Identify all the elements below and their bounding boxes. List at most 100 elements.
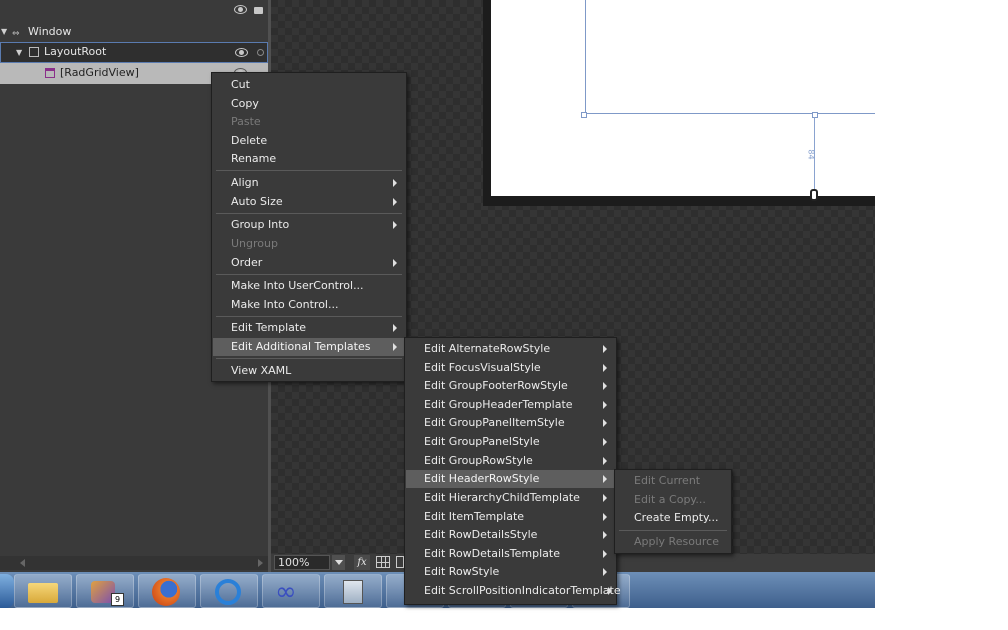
zoom-combobox[interactable]: 100% bbox=[274, 555, 330, 570]
submenu-arrow-icon bbox=[393, 259, 397, 267]
submenu-item-rowstyle[interactable]: Edit RowStyle bbox=[406, 563, 615, 581]
folder-icon bbox=[28, 583, 58, 603]
submenu-item-rowdetailsstyle[interactable]: Edit RowDetailsStyle bbox=[406, 526, 615, 544]
menu-separator bbox=[216, 274, 402, 275]
context-menu: Cut Copy Paste Delete Rename Align Auto … bbox=[211, 72, 407, 382]
tree-item-label: [RadGridView] bbox=[60, 66, 139, 79]
menu-item-edit-template[interactable]: Edit Template bbox=[213, 319, 405, 337]
panel-visibility-eye-icon[interactable] bbox=[234, 5, 247, 14]
panel-lock-icon[interactable] bbox=[254, 7, 263, 14]
submenu-item-edit-a-copy: Edit a Copy... bbox=[634, 493, 706, 506]
submenu-arrow-icon bbox=[603, 550, 607, 558]
submenu-item-headerrowstyle[interactable]: Edit HeaderRowStyle bbox=[406, 470, 615, 488]
scroll-right-arrow-icon[interactable] bbox=[258, 559, 263, 567]
menu-item-label: Edit GroupPanelItemStyle bbox=[424, 416, 565, 429]
submenu-arrow-icon bbox=[603, 475, 607, 483]
taskbar-explorer-button[interactable] bbox=[14, 574, 72, 608]
start-orb-edge[interactable] bbox=[0, 574, 14, 608]
menu-item-label: Edit RowDetailsStyle bbox=[424, 528, 538, 541]
menu-item-label: Edit HierarchyChildTemplate bbox=[424, 491, 580, 504]
margin-pin-icon[interactable] bbox=[810, 189, 818, 201]
menu-item-label: Edit RowStyle bbox=[424, 565, 500, 578]
scroll-left-arrow-icon[interactable] bbox=[20, 559, 25, 567]
menu-item-order[interactable]: Order bbox=[213, 254, 405, 272]
menu-item-label: Edit ScrollPositionIndicatorTemplate bbox=[424, 584, 621, 597]
menu-item-label: Edit Additional Templates bbox=[231, 340, 371, 353]
taskbar-visual-studio-button[interactable]: 9 bbox=[76, 574, 134, 608]
resize-handle[interactable] bbox=[812, 112, 818, 118]
menu-item-group-into[interactable]: Group Into bbox=[213, 216, 405, 234]
submenu-item-groupheadertemplate[interactable]: Edit GroupHeaderTemplate bbox=[406, 396, 615, 414]
menu-item-copy[interactable]: Copy bbox=[213, 95, 405, 113]
menu-item-cut[interactable]: Cut bbox=[213, 76, 405, 94]
menu-item-label: Auto Size bbox=[231, 195, 283, 208]
menu-item-label: Edit GroupHeaderTemplate bbox=[424, 398, 573, 411]
submenu-arrow-icon bbox=[603, 438, 607, 446]
menu-item-edit-additional-templates[interactable]: Edit Additional Templates bbox=[213, 338, 405, 356]
expander-triangle-icon[interactable]: ▼ bbox=[16, 43, 22, 63]
tree-item-layoutroot[interactable]: ▼ LayoutRoot bbox=[0, 42, 268, 63]
menu-item-auto-size[interactable]: Auto Size bbox=[213, 193, 405, 211]
taskbar-badge: 9 bbox=[111, 593, 124, 606]
menu-separator bbox=[216, 358, 402, 359]
menu-separator bbox=[619, 530, 727, 531]
submenu-arrow-icon bbox=[603, 382, 607, 390]
taskbar-internet-explorer-button[interactable] bbox=[200, 574, 258, 608]
menu-item-delete[interactable]: Delete bbox=[213, 132, 405, 150]
menu-separator bbox=[216, 213, 402, 214]
submenu-item-hierarchychildtemplate[interactable]: Edit HierarchyChildTemplate bbox=[406, 489, 615, 507]
snap-toggle-icon[interactable] bbox=[396, 556, 404, 568]
submenu-item-groupfooterrowstyle[interactable]: Edit GroupFooterRowStyle bbox=[406, 377, 615, 395]
menu-item-align[interactable]: Align bbox=[213, 174, 405, 192]
submenu-item-grouprowstyle[interactable]: Edit GroupRowStyle bbox=[406, 452, 615, 470]
formula-fx-button[interactable]: fx bbox=[354, 555, 370, 570]
submenu-arrow-icon bbox=[393, 179, 397, 187]
menu-item-view-xaml[interactable]: View XAML bbox=[213, 362, 405, 380]
menu-item-make-into-control[interactable]: Make Into Control... bbox=[213, 296, 405, 314]
menu-item-rename[interactable]: Rename bbox=[213, 150, 405, 168]
chevron-down-icon bbox=[335, 560, 343, 565]
visibility-eye-icon[interactable] bbox=[235, 48, 248, 57]
submenu-arrow-icon bbox=[603, 364, 607, 372]
margin-value-label: 84 bbox=[806, 149, 816, 160]
taskbar-expression-blend-button[interactable]: ∞ bbox=[262, 574, 320, 608]
menu-item-label: Edit FocusVisualStyle bbox=[424, 361, 541, 374]
submenu-arrow-icon bbox=[603, 457, 607, 465]
expander-triangle-icon[interactable]: ▼ bbox=[1, 22, 7, 42]
grid-toggle-icon[interactable] bbox=[376, 556, 390, 568]
submenu-arrow-icon bbox=[608, 587, 612, 595]
firefox-icon bbox=[152, 578, 180, 606]
blend-infinity-icon: ∞ bbox=[275, 577, 297, 607]
menu-item-make-into-usercontrol[interactable]: Make Into UserControl... bbox=[213, 277, 405, 295]
menu-item-label: Edit HeaderRowStyle bbox=[424, 472, 540, 485]
lock-toggle-icon[interactable] bbox=[257, 49, 264, 56]
resize-handle[interactable] bbox=[581, 112, 587, 118]
submenu-item-scrollpositionindicatortemplate[interactable]: Edit ScrollPositionIndicatorTemplate bbox=[406, 582, 621, 600]
submenu-item-alternaterowstyle[interactable]: Edit AlternateRowStyle bbox=[406, 340, 615, 358]
menu-item-label: Edit GroupFooterRowStyle bbox=[424, 379, 568, 392]
submenu-item-rowdetailstemplate[interactable]: Edit RowDetailsTemplate bbox=[406, 545, 615, 563]
window-node-icon: ⇔ bbox=[12, 29, 20, 39]
objects-horizontal-scrollbar[interactable] bbox=[0, 556, 268, 570]
taskbar-calculator-button[interactable] bbox=[324, 574, 382, 608]
submenu-item-focusvisualstyle[interactable]: Edit FocusVisualStyle bbox=[406, 359, 615, 377]
tree-item-label: Window bbox=[28, 25, 72, 38]
tree-item-window[interactable]: ▼ ⇔ Window bbox=[0, 22, 268, 42]
zoom-dropdown-button[interactable] bbox=[332, 555, 345, 570]
submenu-item-grouppanelstyle[interactable]: Edit GroupPanelStyle bbox=[406, 433, 615, 451]
menu-item-label: Order bbox=[231, 256, 263, 269]
internet-explorer-icon bbox=[215, 579, 241, 605]
submenu-item-itemtemplate[interactable]: Edit ItemTemplate bbox=[406, 508, 615, 526]
calculator-icon bbox=[343, 580, 363, 604]
submenu-arrow-icon bbox=[603, 568, 607, 576]
menu-item-ungroup: Ungroup bbox=[231, 237, 278, 250]
submenu-arrow-icon bbox=[603, 531, 607, 539]
menu-separator bbox=[216, 316, 402, 317]
taskbar-firefox-button[interactable] bbox=[138, 574, 196, 608]
submenu-item-create-empty[interactable]: Create Empty... bbox=[616, 509, 730, 527]
submenu-item-grouppanelitemstyle[interactable]: Edit GroupPanelItemStyle bbox=[406, 414, 615, 432]
menu-separator bbox=[216, 170, 402, 171]
selected-element-bounds[interactable] bbox=[585, 0, 875, 114]
menu-item-label: Edit RowDetailsTemplate bbox=[424, 547, 561, 560]
menu-item-label: Group Into bbox=[231, 218, 290, 231]
